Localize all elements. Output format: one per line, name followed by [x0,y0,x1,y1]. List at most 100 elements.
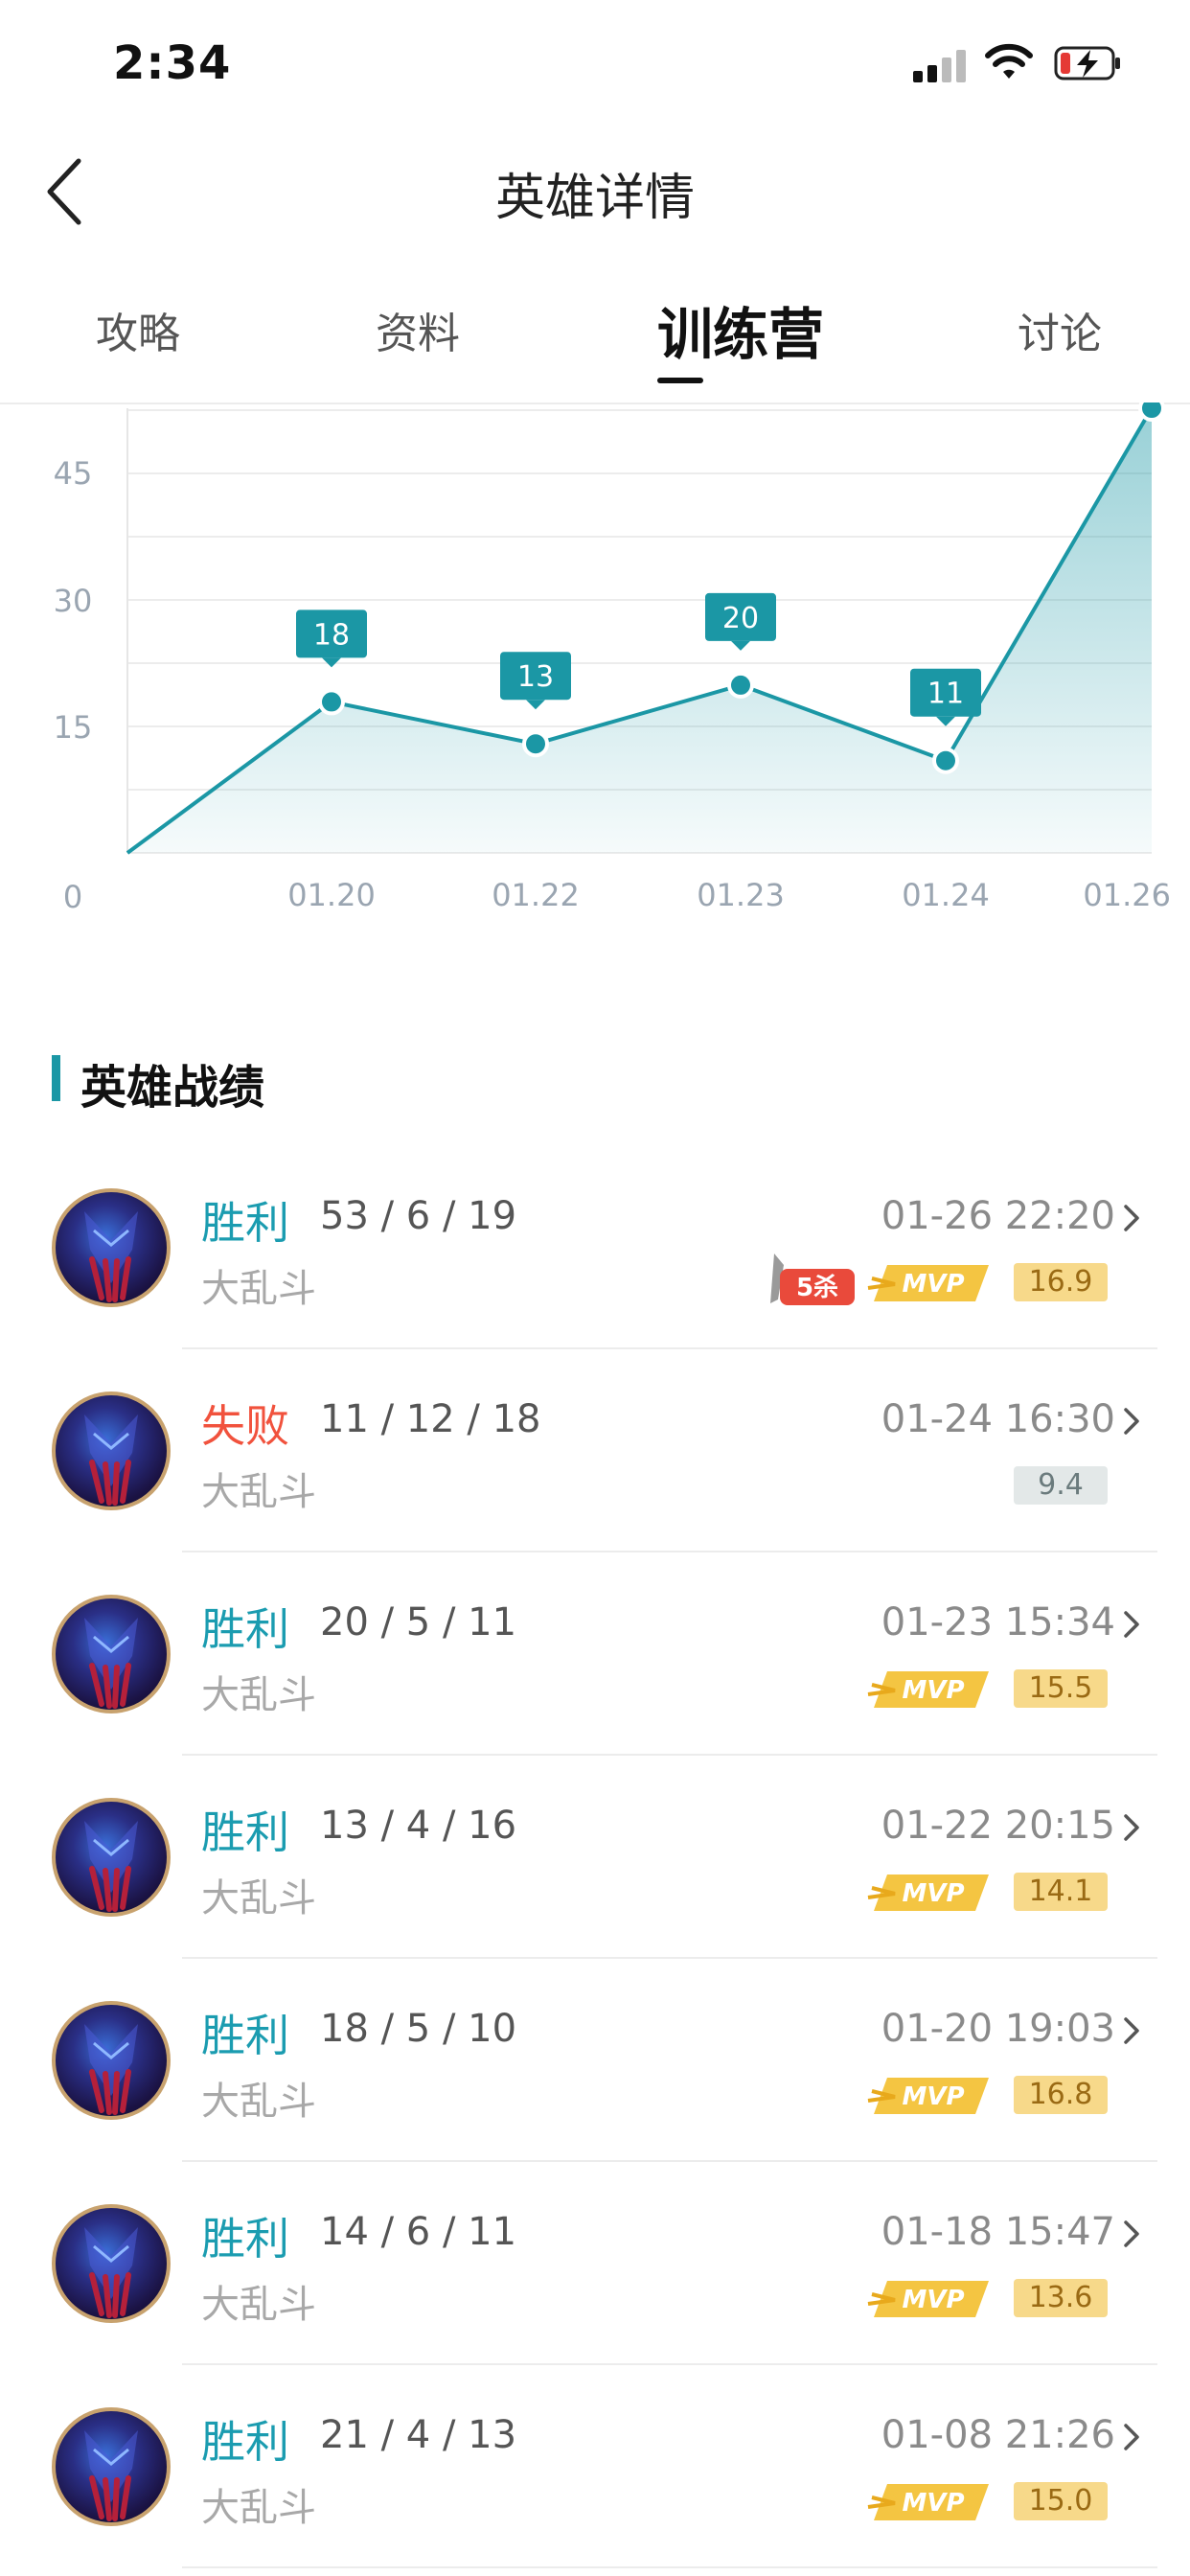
match-row[interactable]: 胜利 21 / 4 / 13 大乱斗 01-08 21:26 15.0 MVP [0,2365,1190,2568]
chevron-right-icon [1124,1205,1139,1231]
hero-portrait-icon [84,2227,138,2318]
data-label: 13 [517,660,554,694]
match-kda: 11 / 12 / 18 [320,1397,541,1441]
match-kda: 20 / 5 / 11 [320,1600,517,1644]
match-result: 胜利 [201,2416,289,2468]
tab-guide[interactable]: 攻略 [96,299,180,360]
chevron-right-icon [1124,2220,1139,2247]
data-point [727,671,754,699]
match-time: 01-20 19:03 [881,2007,1115,2051]
match-score-badge: 9.4 [1014,1466,1108,1505]
match-row[interactable]: 胜利 13 / 4 / 16 大乱斗 01-22 20:15 14.1 MVP [0,1756,1190,1959]
page-title: 英雄详情 [494,170,695,227]
match-row[interactable]: 失败 11 / 12 / 18 大乱斗 01-24 16:30 9.4 [0,1349,1190,1552]
hero-avatar [52,2204,171,2323]
chevron-right-icon [1124,1611,1139,1638]
data-label-pointer [936,716,955,726]
pentakill-label: 5杀 [796,1273,838,1302]
match-row[interactable]: 胜利 20 / 5 / 11 大乱斗 01-23 15:34 15.5 MVP [0,1552,1190,1756]
data-label: 18 [313,618,350,652]
tab-discussion[interactable]: 讨论 [1018,299,1102,360]
pentakill-badge-icon: 5杀 [770,1254,855,1305]
mvp-label: MVP [902,1676,964,1705]
match-mode: 大乱斗 [201,1470,316,1514]
mvp-label: MVP [902,2286,964,2314]
match-time: 01-24 16:30 [881,1397,1115,1441]
mvp-badge-icon: MVP [867,1671,989,1708]
match-result: 胜利 [201,2213,289,2265]
match-result: 胜利 [201,1806,289,1858]
mvp-label: MVP [902,1270,964,1299]
hero-portrait-icon [84,1821,138,1912]
hero-portrait-icon [84,1414,138,1506]
hero-portrait-icon [84,2024,138,2115]
y-tick-label: 15 [54,709,93,746]
section-accent-bar [52,1055,60,1101]
match-row[interactable]: 胜利 18 / 5 / 10 大乱斗 01-20 19:03 16.8 MVP [0,1959,1190,2162]
training-chart: 0 15 30 45 18 13 20 11 01.20 01.22 01.23 01.24 01.26 [54,402,1171,915]
data-point [318,688,345,716]
hero-avatar [52,1188,171,1307]
tab-bar: 攻略 资料 训练营 讨论 [0,278,1190,404]
match-time: 01-23 15:34 [881,1600,1115,1644]
y-tick-label: 0 [63,879,82,915]
match-score-badge: 16.8 [1014,2076,1108,2114]
mvp-badge-icon: MVP [867,2078,989,2114]
hero-portrait-icon [84,1211,138,1302]
mvp-label: MVP [902,1879,964,1908]
match-time: 01-26 22:20 [881,1194,1115,1238]
data-point [1138,402,1165,422]
mvp-badge-icon: MVP [867,1874,989,1911]
chevron-right-icon [1124,2017,1139,2044]
battery-charging-icon [1054,46,1120,80]
x-tick-label: 01.20 [287,877,376,913]
match-result: 胜利 [201,1197,289,1249]
match-kda: 14 / 6 / 11 [320,2210,517,2254]
hero-avatar [52,1595,171,1714]
mvp-label: MVP [902,2489,964,2518]
match-score-badge: 15.5 [1014,1669,1108,1708]
x-tick-label: 01.24 [902,877,990,913]
match-row[interactable]: 胜利 53 / 6 / 19 大乱斗 01-26 22:20 16.9 MVP 5杀 [0,1146,1190,1349]
cellular-signal-icon [913,50,971,82]
tab-training-camp[interactable]: 训练营 [657,289,824,370]
x-tick-label: 01.26 [1083,877,1171,913]
hero-avatar [52,1392,171,1510]
tab-profile[interactable]: 资料 [376,299,460,360]
status-time: 2:34 [113,36,232,90]
match-mode: 大乱斗 [201,2080,316,2124]
x-tick-label: 01.23 [697,877,785,913]
match-mode: 大乱斗 [201,2283,316,2327]
chevron-right-icon [1124,1814,1139,1841]
y-tick-label: 30 [54,583,93,619]
nav-header: 英雄详情 [0,125,1190,249]
match-score-badge: 16.9 [1014,1263,1108,1301]
match-score-badge: 13.6 [1014,2279,1108,2317]
hero-avatar [52,2407,171,2526]
chevron-right-icon [1124,2424,1139,2450]
chevron-right-icon [1124,1408,1139,1435]
match-mode: 大乱斗 [201,1267,316,1311]
match-mode: 大乱斗 [201,1876,316,1920]
match-time: 01-22 20:15 [881,1804,1115,1848]
status-bar: 2:34 [0,0,1190,125]
match-kda: 18 / 5 / 10 [320,2007,517,2051]
match-time: 01-08 21:26 [881,2413,1115,2457]
data-label-pointer [731,640,750,651]
data-label: 20 [722,602,759,635]
hero-avatar [52,2001,171,2120]
data-label-pointer [526,700,545,710]
hero-portrait-icon [84,2430,138,2521]
hero-avatar [52,1798,171,1917]
match-row[interactable]: 胜利 14 / 6 / 11 大乱斗 01-18 15:47 13.6 MVP [0,2162,1190,2365]
data-point [522,730,549,758]
match-mode: 大乱斗 [201,1673,316,1717]
match-kda: 21 / 4 / 13 [320,2413,517,2457]
data-point [932,747,959,774]
hero-portrait-icon [84,1618,138,1709]
match-result: 失败 [201,1400,289,1452]
mvp-badge-icon: MVP [867,1265,989,1301]
row-divider [182,2566,1157,2568]
data-label: 11 [927,678,964,711]
match-kda: 13 / 4 / 16 [320,1804,517,1848]
